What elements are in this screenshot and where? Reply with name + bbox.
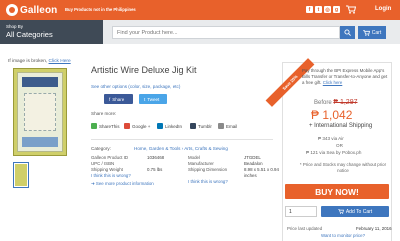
twitter-icon[interactable]: t [315,6,322,13]
air-shipping-option: ₱ 343 via Air [318,136,344,141]
cart-icon [362,29,370,36]
weight-wrong-link[interactable]: I think this is wrong? [91,173,131,178]
tumblr-share-link[interactable]: Tumblr [190,123,212,129]
international-shipping-label: + International Shipping [309,123,373,129]
shipping-dimension-label: Shipping Dimension [188,167,228,172]
search-button[interactable] [340,26,355,39]
more-product-info-link[interactable]: ➜ See more product information [91,181,154,187]
current-price: ₱ 1,042 [311,108,353,122]
email-share-link[interactable]: Email [218,123,237,129]
shop-by-categories[interactable]: Shop By All Categories [0,20,103,44]
cart-icon [338,209,344,214]
product-thumbnail[interactable] [13,162,29,188]
facebook-share-button[interactable]: f Share [104,94,133,104]
strikethrough-price: ₱ 1,297 [333,99,358,106]
share-more-label: Share more: [91,111,117,116]
category-label: Category: [91,146,111,151]
price-updated-date: February 11, 2016 [356,226,392,231]
instagram-icon[interactable]: ◎ [324,6,331,13]
google-plus-icon [124,123,130,129]
divider [91,139,273,140]
linkedin-icon [157,123,163,129]
dimension-wrong-link[interactable]: I think this is wrong? [188,179,228,184]
galleon-logo-icon [6,4,18,16]
header-cart-icon[interactable] [346,5,357,14]
product-package-graphic [17,72,63,152]
shipping-dimension-value: 8.98 x 5.51 x 0.94 inches [244,167,279,178]
facebook-icon[interactable]: f [306,6,313,13]
product-image[interactable] [13,68,67,156]
cart-label: Cart [371,29,382,36]
manufacturer-value: Beadalon [244,161,263,166]
category-breadcrumb[interactable]: Home, Garden & Tools › Arts, Crafts & Se… [134,146,228,151]
twitter-tweet-button[interactable]: t Tweet [139,94,167,104]
galleon-id-value: 1036468 [147,155,165,160]
all-categories-label: All Categories [6,30,53,39]
tagline: Buy Products not in the Philippines [65,7,136,12]
sharethis-link[interactable]: ShareThis [91,123,120,129]
top-bar [0,0,400,20]
or-label: OR [336,143,343,148]
model-label: Model [188,155,200,160]
shipping-weight-value: 0.75 lbs [147,167,163,172]
price-updated-label: Price last updated [287,226,323,231]
monitor-price-link[interactable]: Want to monitor price? [321,233,365,238]
googleplus-share-link[interactable]: Google + [124,123,150,129]
galleon-id-label: Galleon Product ID [91,155,129,160]
email-icon [218,123,224,129]
linkedin-share-link[interactable]: LinkedIn [157,123,182,129]
shipping-weight-label: Shipping Weight [91,167,123,172]
facebook-icon: f [109,96,111,102]
model-value: JTGDEL [244,155,261,160]
add-to-cart-button[interactable]: Add To Cart [321,206,389,217]
image-click-here-link[interactable]: Click Here [49,59,71,64]
cart-button[interactable]: Cart [358,26,386,39]
twitter-icon: t [144,96,146,102]
sharethis-icon [91,123,97,129]
search-input[interactable] [112,26,340,39]
other-options-link[interactable]: See other options (color, size, package,… [91,84,180,89]
price-disclaimer: * Price and Stocks may change without pr… [299,162,387,173]
manufacturer-label: Manufacturer [188,161,214,166]
shop-by-label: Shop By [6,24,24,29]
tumblr-icon [190,123,196,129]
promo-click-here-link[interactable]: Click here [323,80,343,85]
product-title: Artistic Wire Deluxe Jig Kit [91,65,197,75]
galleon-logo[interactable]: Galleon [6,3,57,17]
image-broken-note: If image is broken, Click Here [8,59,71,64]
before-price: Before ₱ 1,297 [314,99,358,106]
buy-now-button[interactable]: BUY NOW! [285,184,389,199]
upc-label: UPC / ISBN [91,161,115,166]
logo-text: Galleon [20,4,58,16]
google-plus-icon[interactable]: g [333,6,340,13]
bpi-promo: Pay through the BPI Express Mobile App's… [302,68,388,85]
quantity-input[interactable] [285,206,317,217]
search-icon [344,29,351,36]
sea-shipping-option: ₱ 121 via Sea by Pobox.ph [306,150,362,155]
login-link[interactable]: Login [375,6,391,12]
